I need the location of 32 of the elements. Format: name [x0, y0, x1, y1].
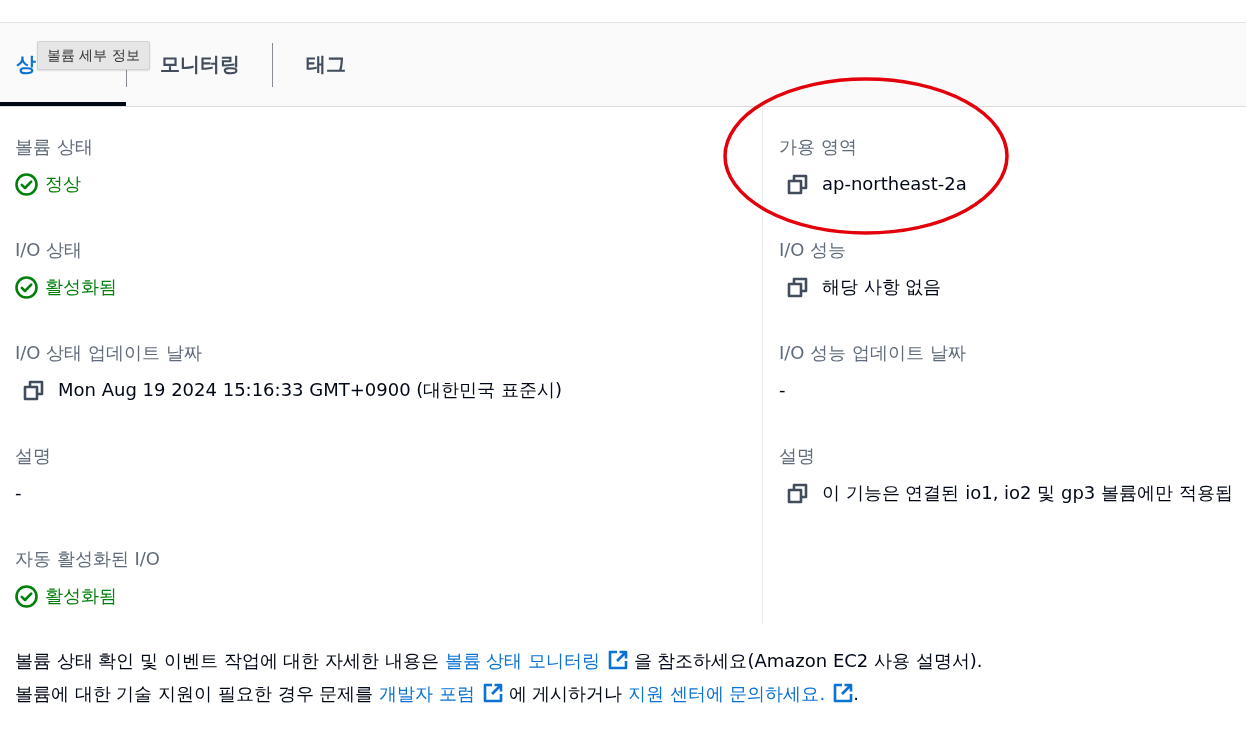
- copy-icon[interactable]: [787, 276, 808, 298]
- copy-icon[interactable]: [787, 173, 808, 195]
- status-text: 활성화됨: [45, 584, 117, 608]
- field-value: 해당 사항 없음: [822, 275, 942, 299]
- link[interactable]: 개발자 포럼: [379, 683, 503, 704]
- help-text: 볼륨 상태 확인 및 이벤트 작업에 대한 자세한 내용은 볼륨 상태 모니터링 을 참조하세요(Amazon EC2 사용 설명서).: [15, 649, 984, 673]
- field-label: 설명: [15, 444, 51, 468]
- field-label: I/O 상태 업데이트 날짜: [15, 341, 202, 365]
- link[interactable]: 지원 센터에 문의하세요.: [627, 683, 854, 704]
- field-value: ap-northeast-2a: [822, 172, 967, 196]
- help-text: 볼륨에 대한 기술 지원이 필요한 경우 문제를 개발자 포럼 에 게시하거나 지원 센터에 문의하세요. .: [15, 682, 860, 706]
- copy-icon[interactable]: [787, 482, 808, 504]
- field-value: Mon Aug 19 2024 15:16:33 GMT+0900 (대한민국 표준시): [58, 378, 563, 402]
- status-text: 활성화됨: [45, 275, 117, 299]
- check-circle-icon: [15, 584, 38, 608]
- field-label: 설명: [779, 444, 815, 468]
- field-value: -: [779, 378, 786, 402]
- field-label: 볼륨 상태: [15, 135, 93, 159]
- field-label: I/O 성능 업데이트 날짜: [779, 341, 966, 365]
- tooltip: 볼륨 세부 정보: [37, 41, 150, 70]
- check-circle-icon: [15, 275, 38, 299]
- field-label: I/O 상태: [15, 238, 83, 262]
- check-circle-icon: [15, 172, 38, 196]
- link[interactable]: 볼륨 상태 모니터링: [444, 650, 628, 671]
- copy-icon[interactable]: [23, 379, 44, 401]
- field-label: I/O 성능: [779, 238, 847, 262]
- status-text: 정상: [45, 172, 81, 196]
- field-label: 자동 활성화된 I/O: [15, 547, 160, 571]
- field-value: -: [15, 481, 22, 505]
- field-label: 가용 영역: [779, 135, 857, 159]
- tab[interactable]: 태그: [273, 23, 378, 106]
- field-value: 이 기능은 연결된 io1, io2 및 gp3 볼륨에만 적용됩: [822, 481, 1233, 505]
